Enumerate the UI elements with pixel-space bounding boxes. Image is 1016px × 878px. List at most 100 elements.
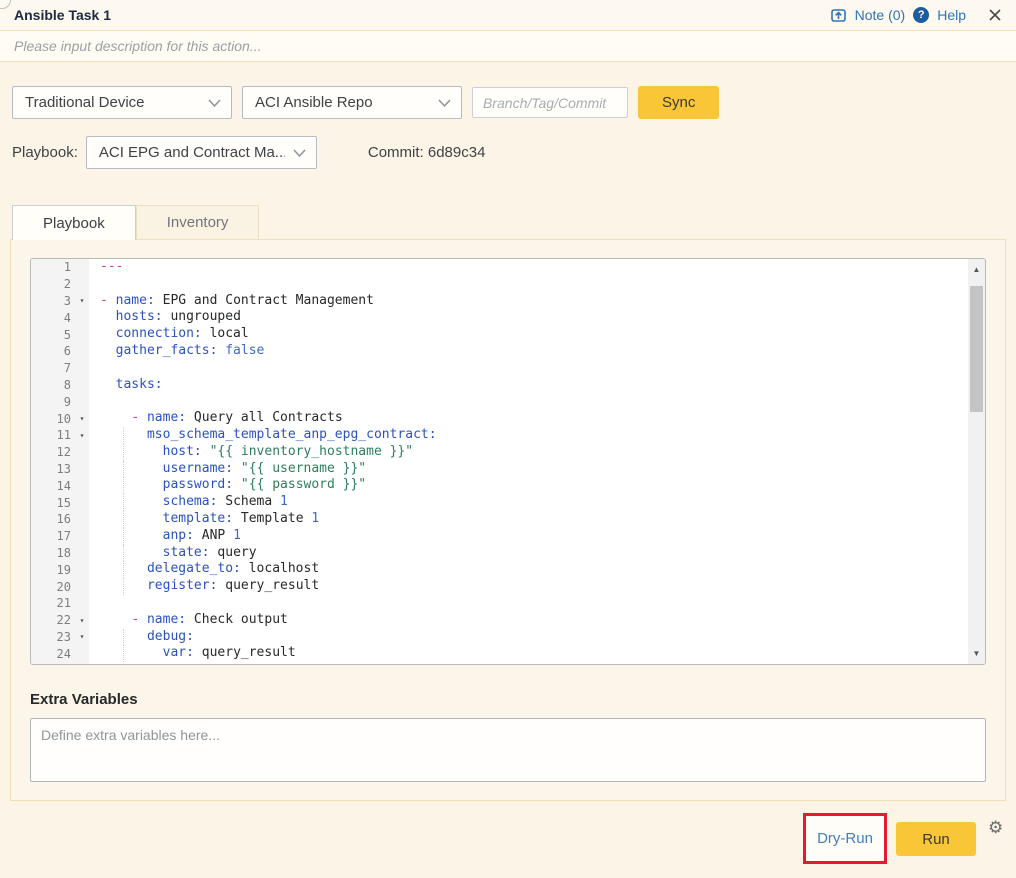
help-link[interactable]: Help — [937, 7, 966, 23]
line-number: 21 — [31, 596, 75, 610]
code-line: 10▾ - name: Query all Contracts — [31, 410, 968, 427]
line-number: 3 — [31, 294, 75, 308]
indent-guide — [123, 461, 124, 478]
code-line: 23▾ debug: — [31, 629, 968, 646]
code-line: 18 state: query — [31, 545, 968, 562]
fold-icon[interactable]: ▾ — [75, 616, 89, 625]
code-text: register: query_result — [89, 578, 968, 595]
code-text — [89, 393, 968, 410]
help-icon[interactable]: ? — [913, 7, 929, 23]
device-type-select[interactable]: Traditional Device — [12, 86, 232, 119]
line-number: 24 — [31, 647, 75, 661]
code-line: 7 — [31, 360, 968, 377]
indent-guide — [123, 578, 124, 595]
gutter-cell: 5 — [31, 326, 89, 343]
fold-icon[interactable]: ▾ — [75, 414, 89, 423]
gutter-cell: 7 — [31, 360, 89, 377]
chevron-down-icon — [438, 99, 451, 107]
tab-playbook[interactable]: Playbook — [12, 205, 136, 240]
gutter-cell: 6 — [31, 343, 89, 360]
note-link[interactable]: Note (0) — [855, 7, 906, 23]
editor-lines[interactable]: 1---23▾- name: EPG and Contract Manageme… — [31, 259, 968, 664]
note-popout-icon[interactable] — [830, 7, 847, 24]
branch-tag-commit-input[interactable] — [472, 87, 628, 118]
chevron-down-icon — [293, 149, 306, 157]
scrollbar-thumb[interactable] — [970, 286, 983, 412]
line-number: 2 — [31, 277, 75, 291]
playbook-code-editor[interactable]: 1---23▾- name: EPG and Contract Manageme… — [30, 258, 986, 665]
code-text: tasks: — [89, 377, 968, 394]
gutter-cell: 15 — [31, 494, 89, 511]
line-number: 6 — [31, 344, 75, 358]
description-input[interactable] — [14, 38, 1002, 54]
corner-circle-icon — [0, 0, 11, 9]
line-number: 8 — [31, 378, 75, 392]
line-number: 5 — [31, 328, 75, 342]
code-text — [89, 360, 968, 377]
gutter-cell: 13 — [31, 461, 89, 478]
fold-icon[interactable]: ▾ — [75, 296, 89, 305]
code-text: delegate_to: localhost — [89, 561, 968, 578]
indent-guide — [123, 645, 124, 662]
code-line: 16 template: Template 1 — [31, 511, 968, 528]
sync-button[interactable]: Sync — [638, 86, 719, 119]
gutter-cell: 4 — [31, 309, 89, 326]
page-title: Ansible Task 1 — [14, 7, 111, 23]
gear-icon[interactable]: ⚙ — [988, 818, 1003, 838]
code-text: state: query — [89, 545, 968, 562]
gutter-cell: 1 — [31, 259, 89, 276]
gutter-cell: 25 — [31, 662, 89, 664]
gutter-cell: 10▾ — [31, 410, 89, 427]
code-text: - name: Query all Contracts — [89, 410, 968, 427]
code-text: hosts: ungrouped — [89, 309, 968, 326]
gutter-cell: 9 — [31, 393, 89, 410]
code-text: var: query_result — [89, 645, 968, 662]
code-line: 20 register: query_result — [31, 578, 968, 595]
gutter-cell: 20 — [31, 578, 89, 595]
gutter-cell: 24 — [31, 645, 89, 662]
scroll-up-icon[interactable]: ▲ — [968, 261, 985, 278]
fold-icon[interactable]: ▾ — [75, 632, 89, 641]
line-number: 20 — [31, 580, 75, 594]
tab-inventory[interactable]: Inventory — [136, 205, 260, 239]
code-line: 15 schema: Schema 1 — [31, 494, 968, 511]
playbook-row: Playbook: ACI EPG and Contract Ma... Com… — [12, 136, 1004, 169]
run-button[interactable]: Run — [896, 822, 976, 856]
line-number: 22 — [31, 613, 75, 627]
line-number: 14 — [31, 479, 75, 493]
gutter-cell: 22▾ — [31, 612, 89, 629]
close-icon[interactable] — [988, 8, 1002, 22]
line-number: 12 — [31, 445, 75, 459]
line-number: 18 — [31, 546, 75, 560]
code-line: 17 anp: ANP 1 — [31, 528, 968, 545]
red-annotation-box: Dry-Run — [803, 813, 887, 864]
line-number: 17 — [31, 529, 75, 543]
editor-scrollbar[interactable]: ▲ ▼ — [968, 259, 985, 664]
code-text: username: "{{ username }}" — [89, 461, 968, 478]
indent-guide — [123, 561, 124, 578]
code-line: 22▾ - name: Check output — [31, 612, 968, 629]
line-number: 1 — [31, 260, 75, 274]
code-line: 13 username: "{{ username }}" — [31, 461, 968, 478]
line-number: 23 — [31, 630, 75, 644]
dry-run-button[interactable]: Dry-Run — [817, 830, 873, 847]
commit-hash-text: Commit: 6d89c34 — [368, 144, 486, 161]
code-line: 5 connection: local — [31, 326, 968, 343]
line-number: 4 — [31, 311, 75, 325]
playbook-value: ACI EPG and Contract Ma... — [99, 144, 285, 161]
gutter-cell: 3▾ — [31, 293, 89, 310]
repo-select[interactable]: ACI Ansible Repo — [242, 86, 462, 119]
code-line: 25 — [31, 662, 968, 664]
extra-variables-textarea[interactable] — [30, 718, 986, 782]
indent-guide — [123, 629, 124, 646]
code-line: 9 — [31, 393, 968, 410]
code-line: 6 gather_facts: false — [31, 343, 968, 360]
repo-value: ACI Ansible Repo — [255, 94, 430, 111]
playbook-label: Playbook: — [12, 144, 78, 161]
code-text: password: "{{ password }}" — [89, 477, 968, 494]
playbook-select[interactable]: ACI EPG and Contract Ma... — [86, 136, 317, 169]
scroll-down-icon[interactable]: ▼ — [968, 645, 985, 662]
indent-guide — [123, 477, 124, 494]
fold-icon[interactable]: ▾ — [75, 431, 89, 440]
code-line: 1--- — [31, 259, 968, 276]
